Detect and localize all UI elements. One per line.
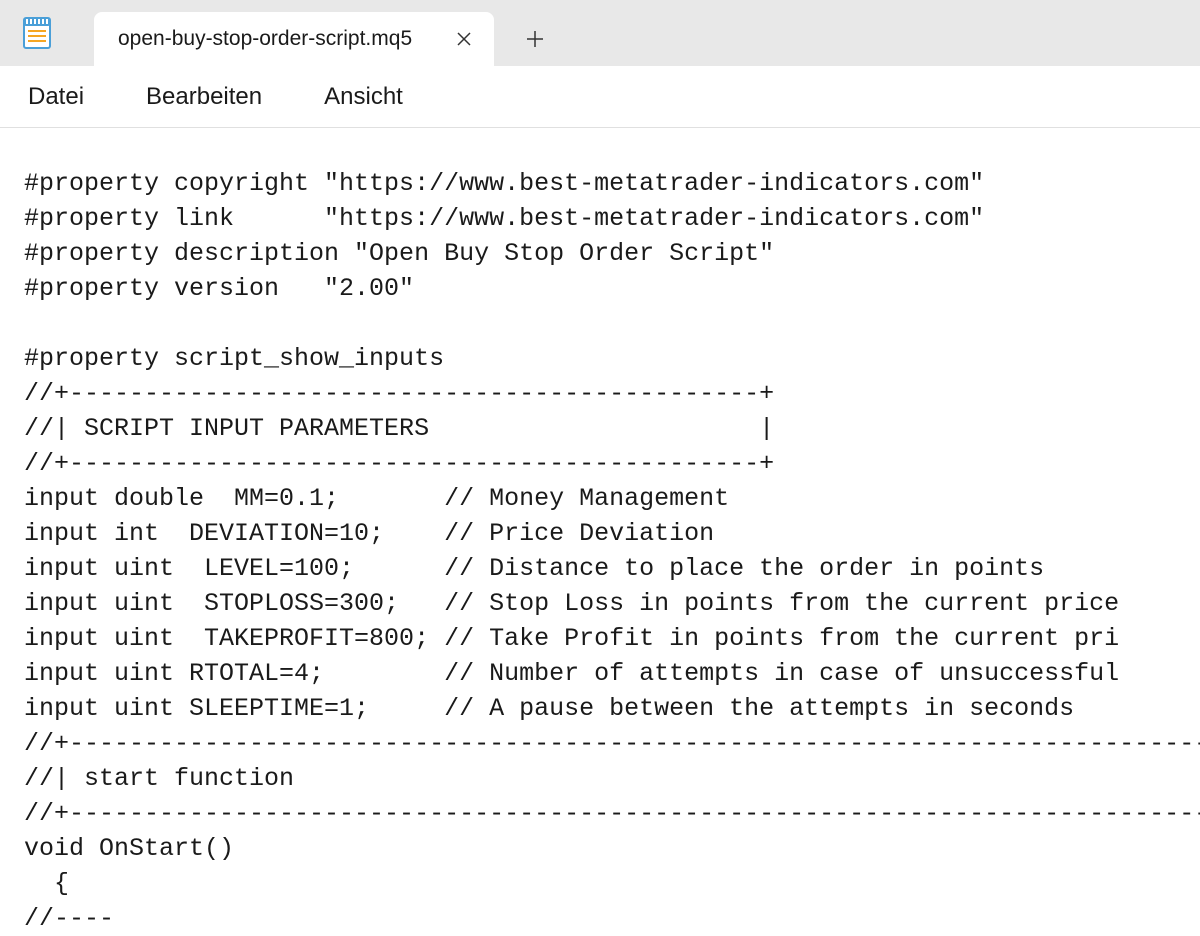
- titlebar: open-buy-stop-order-script.mq5: [0, 0, 1200, 66]
- menu-edit[interactable]: Bearbeiten: [142, 79, 266, 115]
- code-line: //+-------------------------------------…: [24, 729, 1200, 758]
- code-line: //| SCRIPT INPUT PARAMETERS |: [24, 414, 774, 443]
- tab-close-button[interactable]: [452, 27, 476, 51]
- text-editor-area[interactable]: #property copyright "https://www.best-me…: [0, 128, 1200, 936]
- code-line: {: [24, 869, 69, 898]
- code-line: input uint STOPLOSS=300; // Stop Loss in…: [24, 589, 1119, 618]
- code-line: //+-------------------------------------…: [24, 449, 774, 478]
- menu-view[interactable]: Ansicht: [320, 79, 407, 115]
- notepad-app-icon: [20, 16, 54, 50]
- code-line: #property link "https://www.best-metatra…: [24, 204, 984, 233]
- code-line: //+-------------------------------------…: [24, 379, 774, 408]
- menubar: Datei Bearbeiten Ansicht: [0, 66, 1200, 128]
- code-line: //| start function |: [24, 764, 1200, 793]
- code-line: input uint TAKEPROFIT=800; // Take Profi…: [24, 624, 1119, 653]
- code-line: input uint SLEEPTIME=1; // A pause betwe…: [24, 694, 1074, 723]
- code-line: input double MM=0.1; // Money Management: [24, 484, 729, 513]
- code-line: #property description "Open Buy Stop Ord…: [24, 239, 774, 268]
- code-line: input uint RTOTAL=4; // Number of attemp…: [24, 659, 1119, 688]
- code-line: //----: [24, 904, 114, 933]
- menu-file[interactable]: Datei: [24, 79, 88, 115]
- code-line: input int DEVIATION=10; // Price Deviati…: [24, 519, 714, 548]
- active-tab[interactable]: open-buy-stop-order-script.mq5: [94, 12, 494, 66]
- code-line: input uint LEVEL=100; // Distance to pla…: [24, 554, 1044, 583]
- code-line: #property version "2.00": [24, 274, 414, 303]
- code-line: #property script_show_inputs: [24, 344, 444, 373]
- tab-title: open-buy-stop-order-script.mq5: [118, 27, 412, 51]
- code-line: void OnStart(): [24, 834, 234, 863]
- code-line: #property copyright "https://www.best-me…: [24, 169, 984, 198]
- code-line: //+-------------------------------------…: [24, 799, 1200, 828]
- new-tab-button[interactable]: [512, 16, 558, 62]
